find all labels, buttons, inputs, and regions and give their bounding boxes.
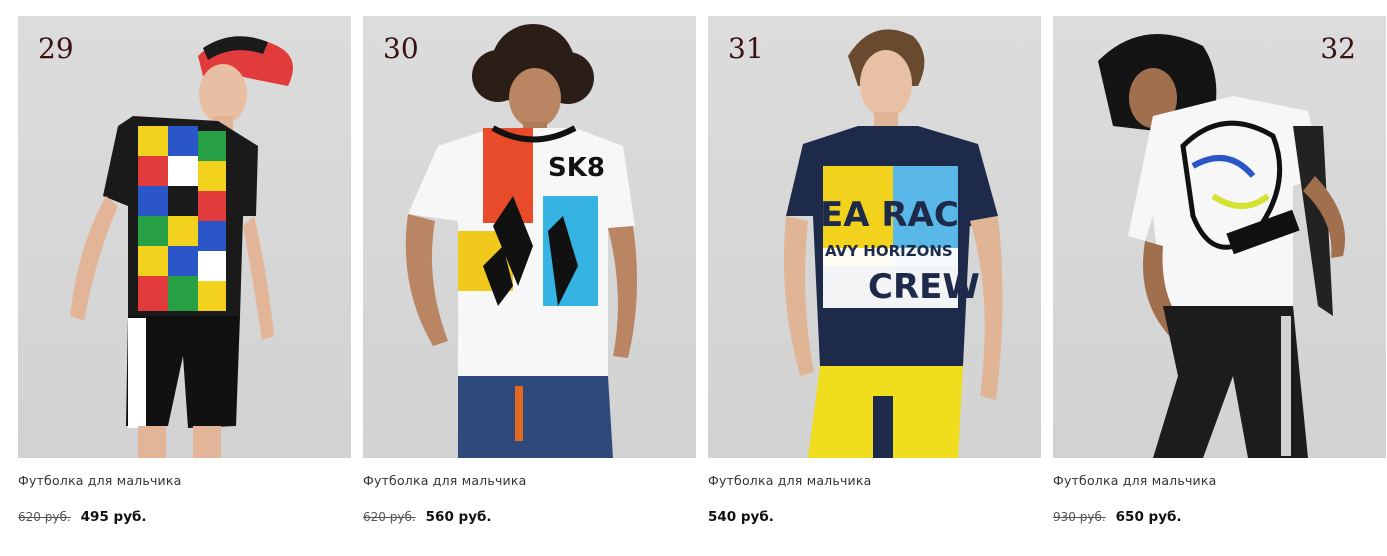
product-grid: 29 Футболка для мальчика 620 руб. 495 ру… <box>18 16 1386 525</box>
product-card[interactable]: 29 Футболка для мальчика 620 руб. 495 ру… <box>18 16 351 525</box>
svg-text:AVY HORIZONS: AVY HORIZONS <box>825 242 953 260</box>
price-row: 540 руб. <box>708 509 1041 525</box>
current-price: 650 руб. <box>1115 509 1182 525</box>
product-card[interactable]: 31 EA RACE AVY HORIZONS CREW Футболка дл… <box>708 16 1041 525</box>
product-image[interactable]: 31 EA RACE AVY HORIZONS CREW <box>708 16 1041 458</box>
old-price: 620 руб. <box>363 510 416 524</box>
product-image[interactable]: 30 SK8 <box>363 16 696 458</box>
svg-text:SK8: SK8 <box>548 153 605 183</box>
price-row: 620 руб. 560 руб. <box>363 509 696 525</box>
product-photo-illustration <box>70 36 293 458</box>
product-card[interactable]: 30 SK8 Футболка для мальчика 620 руб. 56… <box>363 16 696 525</box>
current-price: 560 руб. <box>425 509 492 525</box>
product-number-badge: 30 <box>383 32 419 65</box>
product-card[interactable]: 32 Футболка для мальчика 930 руб. 650 ру… <box>1053 16 1386 525</box>
product-image[interactable]: 32 <box>1053 16 1386 458</box>
product-title[interactable]: Футболка для мальчика <box>1053 473 1386 491</box>
price-row: 930 руб. 650 руб. <box>1053 509 1386 525</box>
product-photo-illustration: SK8 <box>405 24 637 458</box>
product-image[interactable]: 29 <box>18 16 351 458</box>
price-row: 620 руб. 495 руб. <box>18 509 351 525</box>
product-number-badge: 31 <box>728 32 764 65</box>
product-number-badge: 29 <box>38 32 74 65</box>
product-photo-illustration: EA RACE AVY HORIZONS CREW <box>783 29 1003 458</box>
product-title[interactable]: Футболка для мальчика <box>363 473 696 491</box>
current-price: 495 руб. <box>80 509 147 525</box>
old-price: 620 руб. <box>18 510 71 524</box>
old-price: 930 руб. <box>1053 510 1106 524</box>
svg-text:CREW: CREW <box>868 267 980 307</box>
svg-text:EA RACE: EA RACE <box>820 195 982 235</box>
product-title[interactable]: Футболка для мальчика <box>708 473 1041 491</box>
product-title[interactable]: Футболка для мальчика <box>18 473 351 491</box>
product-number-badge: 32 <box>1320 32 1356 65</box>
product-photo-illustration <box>1098 34 1346 458</box>
current-price: 540 руб. <box>708 509 774 525</box>
